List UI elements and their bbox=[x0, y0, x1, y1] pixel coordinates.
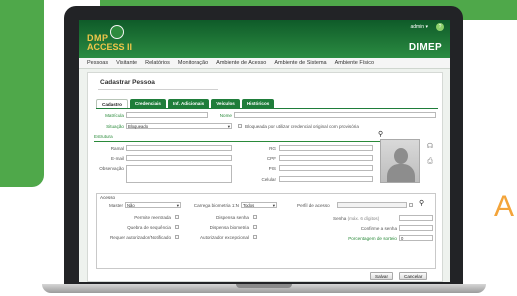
celular-label: Celular bbox=[261, 177, 276, 182]
tab-veiculos[interactable]: Veículos bbox=[211, 99, 240, 108]
content-panel: Cadastrar Pessoa Cadastro Credenciais In… bbox=[87, 72, 443, 282]
porcentagem-sorteio-label: Porcentagem de sorteio bbox=[348, 236, 397, 241]
tab-historicos[interactable]: Históricos bbox=[241, 99, 275, 108]
confirme-senha-input[interactable] bbox=[399, 225, 433, 231]
help-icon[interactable]: ? bbox=[436, 23, 444, 31]
estrutura-label: Estrutura bbox=[94, 134, 113, 139]
confirme-senha-label: Confirme a senha bbox=[360, 226, 397, 231]
bloqueada-text: Bloqueada por utilizar credencial origin… bbox=[245, 124, 359, 129]
logo-text-line2: ACCESS II bbox=[87, 42, 133, 52]
dispensa-senha-checkbox[interactable] bbox=[253, 215, 257, 219]
permite-reentrada-label: Permite reentrada bbox=[134, 215, 171, 220]
menu-item-relatorios[interactable]: Relatórios bbox=[145, 60, 170, 66]
email-label: E-mail bbox=[110, 156, 124, 161]
matricula-input[interactable] bbox=[126, 112, 208, 118]
ramal-label: Ramal bbox=[110, 146, 124, 151]
ramal-input[interactable] bbox=[126, 145, 232, 151]
quebra-sequencia-checkbox[interactable] bbox=[175, 225, 179, 229]
observacao-label: Observação bbox=[99, 166, 124, 171]
estrutura-search-icon[interactable]: ⚲ bbox=[378, 130, 383, 138]
laptop-notch bbox=[236, 284, 292, 288]
nome-input[interactable] bbox=[234, 112, 436, 118]
carrega-biometria-label: Carrega biometria 1:N bbox=[193, 203, 239, 208]
carrega-biometria-select[interactable]: Todos bbox=[241, 202, 277, 208]
senha-label-text: Senha bbox=[333, 216, 347, 221]
menu-item-monitoracao[interactable]: Monitoração bbox=[178, 60, 208, 66]
tab-inf-adicionais[interactable]: Inf. Adicionais bbox=[167, 99, 210, 108]
tab-bar: Cadastro Credenciais Inf. Adicionais Veí… bbox=[96, 99, 275, 108]
situacao-label: Situação bbox=[106, 124, 124, 129]
dispensa-senha-label: Dispensa senha bbox=[216, 215, 249, 220]
acesso-legend: Acesso bbox=[100, 195, 116, 200]
perfil-acesso-input[interactable] bbox=[337, 202, 407, 208]
rg-label: RG bbox=[269, 146, 276, 151]
avatar-body bbox=[387, 164, 415, 182]
dispensa-biometria-label: Dispensa biometria bbox=[209, 225, 249, 230]
cpf-input[interactable] bbox=[279, 155, 373, 161]
pis-input[interactable] bbox=[279, 165, 373, 171]
perfil-acesso-clear-icon[interactable] bbox=[409, 203, 413, 207]
app-header: DMP ACCESS II admin ▾ ? DIMEP bbox=[79, 20, 450, 58]
background-green-block-left bbox=[0, 0, 44, 187]
nome-label: Nome bbox=[219, 113, 232, 118]
permite-reentrada-checkbox[interactable] bbox=[175, 215, 179, 219]
page-title: Cadastrar Pessoa bbox=[100, 79, 155, 86]
requer-autorizador-checkbox[interactable] bbox=[175, 235, 179, 239]
master-select[interactable]: Não bbox=[125, 202, 181, 208]
menu-item-pessoas[interactable]: Pessoas bbox=[87, 60, 108, 66]
tab-credenciais[interactable]: Credenciais bbox=[129, 99, 166, 108]
menu-item-ambiente-fisico[interactable]: Ambiente Físico bbox=[335, 60, 374, 66]
user-menu[interactable]: admin ▾ bbox=[410, 24, 428, 30]
master-label: Master bbox=[108, 203, 123, 208]
senha-hint: (máx. 6 dígitos) bbox=[347, 216, 380, 221]
menu-item-visitante[interactable]: Visitante bbox=[116, 60, 137, 66]
brand-logo: DIMEP bbox=[408, 42, 442, 53]
estrutura-divider bbox=[94, 141, 384, 142]
porcentagem-sorteio-input[interactable]: 0 bbox=[399, 235, 433, 241]
title-divider bbox=[98, 89, 218, 90]
cpf-label: CPF bbox=[266, 156, 276, 161]
avatar-head bbox=[394, 148, 408, 164]
menu-item-ambiente-sistema[interactable]: Ambiente de Sistema bbox=[274, 60, 326, 66]
matricula-label: Matrícula bbox=[105, 113, 124, 118]
bloqueada-checkbox[interactable] bbox=[238, 124, 242, 128]
rg-input[interactable] bbox=[279, 145, 373, 151]
tab-cadastro[interactable]: Cadastro bbox=[96, 99, 128, 108]
senha-input[interactable] bbox=[399, 215, 433, 221]
autorizador-excepcional-checkbox[interactable] bbox=[253, 235, 257, 239]
save-button[interactable]: Salvar bbox=[370, 272, 394, 280]
decorative-letter: A bbox=[494, 190, 515, 223]
camera-icon[interactable]: ☊ bbox=[426, 143, 434, 151]
acesso-fieldset: Acesso Master Não Carrega biometria 1:N … bbox=[96, 193, 436, 269]
app-logo: DMP ACCESS II bbox=[87, 25, 137, 53]
logo-badge-icon bbox=[110, 25, 124, 39]
email-input[interactable] bbox=[126, 155, 232, 161]
perfil-acesso-search-icon[interactable]: ⚲ bbox=[419, 199, 424, 207]
perfil-acesso-label: Perfil de acesso bbox=[297, 203, 330, 208]
quebra-sequencia-label: Quebra de sequência bbox=[127, 225, 171, 230]
observacao-textarea[interactable] bbox=[126, 165, 232, 183]
tab-divider bbox=[96, 108, 438, 109]
senha-label: Senha (máx. 6 dígitos) bbox=[333, 216, 379, 221]
person-photo-placeholder[interactable] bbox=[380, 139, 420, 183]
requer-autorizador-label: Requer autorizador/Notificado bbox=[109, 235, 171, 240]
cancel-button[interactable]: Cancelar bbox=[399, 272, 428, 280]
situacao-select[interactable]: Bloqueado bbox=[126, 123, 232, 129]
celular-input[interactable] bbox=[279, 176, 373, 182]
pis-label: PIS bbox=[268, 166, 276, 171]
app-screen: DMP ACCESS II admin ▾ ? DIMEP Pessoas Vi… bbox=[79, 20, 450, 282]
main-menu: Pessoas Visitante Relatórios Monitoração… bbox=[79, 58, 450, 69]
autorizador-excepcional-label: Autorizador excepcional bbox=[199, 235, 249, 240]
dispensa-biometria-checkbox[interactable] bbox=[253, 225, 257, 229]
upload-icon[interactable]: ⎙ bbox=[426, 158, 434, 166]
menu-item-ambiente-acesso[interactable]: Ambiente de Acesso bbox=[216, 60, 266, 66]
